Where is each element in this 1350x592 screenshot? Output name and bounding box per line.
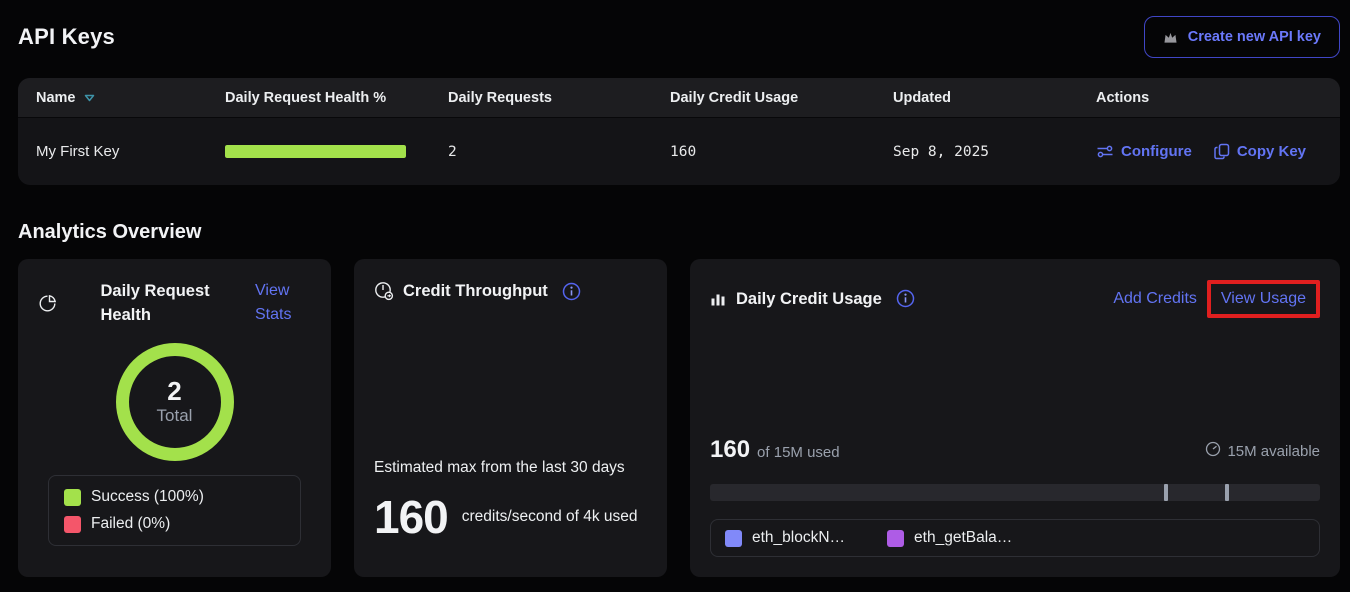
health-bar-track — [225, 145, 406, 158]
daily-request-health-card: Daily Request Health View Stats 2 Total … — [18, 259, 331, 577]
table-row: My First Key 2 160 Sep 8, 2025 Conf — [18, 117, 1340, 185]
daily-credit-usage-value: 160 — [670, 144, 893, 160]
credits-available: 15M available — [1205, 441, 1320, 461]
daily-credit-usage-card: Daily Credit Usage Add Credits View Usag… — [690, 259, 1340, 577]
donut-wrap: 2 Total — [38, 343, 311, 461]
view-usage-link[interactable]: View Usage — [1221, 287, 1306, 311]
request-health-donut: 2 Total — [116, 343, 234, 461]
throughput-card-header: Credit Throughput — [374, 279, 647, 303]
health-card-header: Daily Request Health View Stats — [38, 279, 311, 327]
sort-descending-icon[interactable] — [84, 90, 95, 106]
usage-card-links: Add Credits View Usage — [1113, 280, 1320, 318]
donut-total-value: 2 — [167, 377, 181, 405]
usage-bar-tick — [1225, 484, 1229, 501]
legend-item-eth-getbalance: eth_getBala… — [887, 529, 1012, 547]
credits-available-label: 15M available — [1227, 443, 1320, 460]
credits-used-value: 160 — [710, 436, 750, 464]
meter-icon — [1205, 441, 1221, 461]
gauge-icon — [374, 281, 394, 301]
configure-button[interactable]: Configure — [1096, 143, 1192, 160]
throughput-card-title: Credit Throughput — [403, 279, 548, 303]
create-api-key-label: Create new API key — [1188, 29, 1321, 45]
usage-bar-tick — [1164, 484, 1168, 501]
dashboard-page: API Keys Create new API key Name Daily R… — [0, 0, 1350, 592]
usage-card-title: Daily Credit Usage — [736, 287, 882, 311]
throughput-value: 160 — [374, 493, 448, 541]
success-label: Success (100%) — [91, 488, 204, 506]
health-legend: Success (100%) Failed (0%) — [48, 475, 301, 546]
info-icon[interactable] — [896, 289, 915, 308]
view-stats-link[interactable]: View Stats — [255, 279, 311, 327]
analytics-cards: Daily Request Health View Stats 2 Total … — [18, 259, 1340, 577]
credits-used-caption: of 15M used — [757, 444, 840, 461]
column-header-health: Daily Request Health % — [225, 90, 448, 106]
failed-label: Failed (0%) — [91, 515, 170, 533]
analytics-overview-heading: Analytics Overview — [18, 221, 1340, 244]
legend-item-eth-blocknumber: eth_blockN… — [725, 529, 845, 547]
page-title: API Keys — [18, 24, 115, 50]
bar-chart-icon — [710, 290, 727, 307]
sliders-icon — [1096, 144, 1114, 159]
donut-total-label: Total — [157, 405, 193, 427]
updated-value: Sep 8, 2025 — [893, 144, 1096, 160]
eth-blocknumber-swatch — [725, 530, 742, 547]
column-header-requests: Daily Requests — [448, 90, 670, 106]
table-header-row: Name Daily Request Health % Daily Reques… — [18, 78, 1340, 117]
row-actions: Configure Copy Key — [1096, 143, 1322, 160]
column-header-updated: Updated — [893, 90, 1096, 106]
crown-icon — [1163, 31, 1178, 44]
eth-getbalance-label: eth_getBala… — [914, 529, 1012, 547]
legend-item-failed: Failed (0%) — [64, 515, 285, 533]
credit-throughput-card: Credit Throughput Estimated max from the… — [354, 259, 667, 577]
top-bar: API Keys Create new API key — [18, 16, 1340, 58]
copy-icon — [1214, 143, 1230, 160]
throughput-value-row: 160 credits/second of 4k used — [374, 493, 647, 541]
eth-blocknumber-label: eth_blockN… — [752, 529, 845, 547]
pie-chart-icon — [38, 294, 57, 313]
throughput-caption: Estimated max from the last 30 days — [374, 459, 647, 477]
usage-summary-row: 160 of 15M used 15M available — [710, 436, 1320, 464]
failed-swatch — [64, 516, 81, 533]
throughput-unit: credits/second of 4k used — [462, 505, 640, 529]
add-credits-link[interactable]: Add Credits — [1113, 290, 1197, 308]
success-swatch — [64, 489, 81, 506]
health-card-title: Daily Request Health — [101, 279, 221, 327]
view-usage-highlight-box: View Usage — [1207, 280, 1320, 318]
copy-key-button[interactable]: Copy Key — [1214, 143, 1306, 160]
usage-card-header: Daily Credit Usage Add Credits View Usag… — [710, 279, 1320, 318]
eth-getbalance-swatch — [887, 530, 904, 547]
column-header-name-label: Name — [36, 90, 76, 106]
api-key-name: My First Key — [36, 143, 225, 160]
api-keys-table: Name Daily Request Health % Daily Reques… — [18, 78, 1340, 185]
column-header-name[interactable]: Name — [36, 90, 225, 106]
credit-usage-bar — [710, 484, 1320, 501]
configure-label: Configure — [1121, 143, 1192, 160]
usage-legend: eth_blockN… eth_getBala… — [710, 519, 1320, 557]
health-bar-fill — [225, 145, 406, 158]
info-icon[interactable] — [562, 282, 581, 301]
daily-requests-value: 2 — [448, 144, 670, 160]
legend-item-success: Success (100%) — [64, 488, 285, 506]
create-api-key-button[interactable]: Create new API key — [1144, 16, 1340, 58]
column-header-usage: Daily Credit Usage — [670, 90, 893, 106]
column-header-actions: Actions — [1096, 90, 1322, 106]
copy-key-label: Copy Key — [1237, 143, 1306, 160]
